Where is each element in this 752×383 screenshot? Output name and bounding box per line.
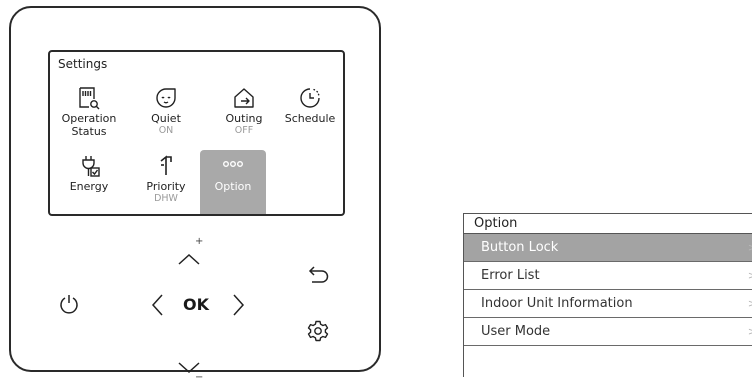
up-button[interactable]	[178, 253, 200, 265]
priority-icon	[133, 154, 199, 180]
plus-label: +	[195, 236, 204, 247]
power-icon	[58, 293, 80, 315]
screen-title: Settings	[58, 57, 108, 71]
operation-status-icon	[56, 86, 122, 112]
tile-priority[interactable]: Priority DHW	[133, 154, 199, 205]
ok-button[interactable]: OK	[183, 295, 209, 314]
back-button[interactable]	[308, 265, 330, 285]
option-menu: Option Button Lock > Error List > Indoor…	[463, 213, 752, 377]
tile-label: Option	[214, 180, 252, 193]
chevron-right-icon	[233, 294, 245, 316]
menu-title: Option	[464, 214, 752, 234]
chevron-up-icon	[178, 253, 200, 265]
outing-icon	[211, 86, 277, 112]
tile-quiet[interactable]: Quiet ON	[133, 86, 199, 137]
left-button[interactable]	[151, 294, 163, 316]
menu-item-user-mode[interactable]: User Mode >	[464, 318, 752, 346]
schedule-icon	[277, 86, 343, 112]
tile-status: ON	[158, 125, 174, 136]
tile-status: DHW	[154, 193, 178, 204]
tile-option[interactable]: Option	[200, 150, 266, 214]
chevron-right-icon: >	[748, 234, 752, 262]
tile-status: OFF	[234, 125, 254, 136]
minus-label: −	[195, 372, 204, 383]
tile-label: Operation Status	[61, 112, 117, 138]
chevron-right-icon: >	[748, 290, 752, 318]
back-arrow-icon	[308, 265, 330, 285]
menu-item-label: Error List	[481, 268, 540, 283]
tile-label: Schedule	[284, 112, 336, 125]
menu-item-button-lock[interactable]: Button Lock >	[464, 234, 752, 262]
menu-item-label: Indoor Unit Information	[481, 296, 633, 311]
settings-button[interactable]	[307, 320, 329, 342]
power-button[interactable]	[58, 293, 80, 315]
right-button[interactable]	[233, 294, 245, 316]
display-screen: Settings Operation Status Quiet ON Outin…	[48, 50, 345, 216]
tile-energy[interactable]: Energy	[56, 154, 122, 193]
chevron-right-icon: >	[748, 318, 752, 346]
tile-operation-status[interactable]: Operation Status	[56, 86, 122, 138]
tile-schedule[interactable]: Schedule	[277, 86, 343, 125]
tile-outing[interactable]: Outing OFF	[211, 86, 277, 137]
menu-item-label: User Mode	[481, 324, 551, 339]
remote-controller: Settings Operation Status Quiet ON Outin…	[9, 6, 381, 383]
tile-label: Quiet	[151, 112, 181, 125]
tile-label: Outing	[225, 112, 263, 125]
tile-label: Priority	[146, 180, 186, 193]
energy-icon	[56, 154, 122, 180]
quiet-icon	[133, 86, 199, 112]
menu-item-label: Button Lock	[481, 240, 559, 255]
chevron-left-icon	[151, 294, 163, 316]
gear-icon	[307, 320, 329, 342]
chevron-right-icon: >	[748, 262, 752, 290]
menu-item-indoor-unit-information[interactable]: Indoor Unit Information >	[464, 290, 752, 318]
tile-label: Energy	[69, 180, 109, 193]
option-icon	[200, 150, 266, 180]
menu-item-error-list[interactable]: Error List >	[464, 262, 752, 290]
